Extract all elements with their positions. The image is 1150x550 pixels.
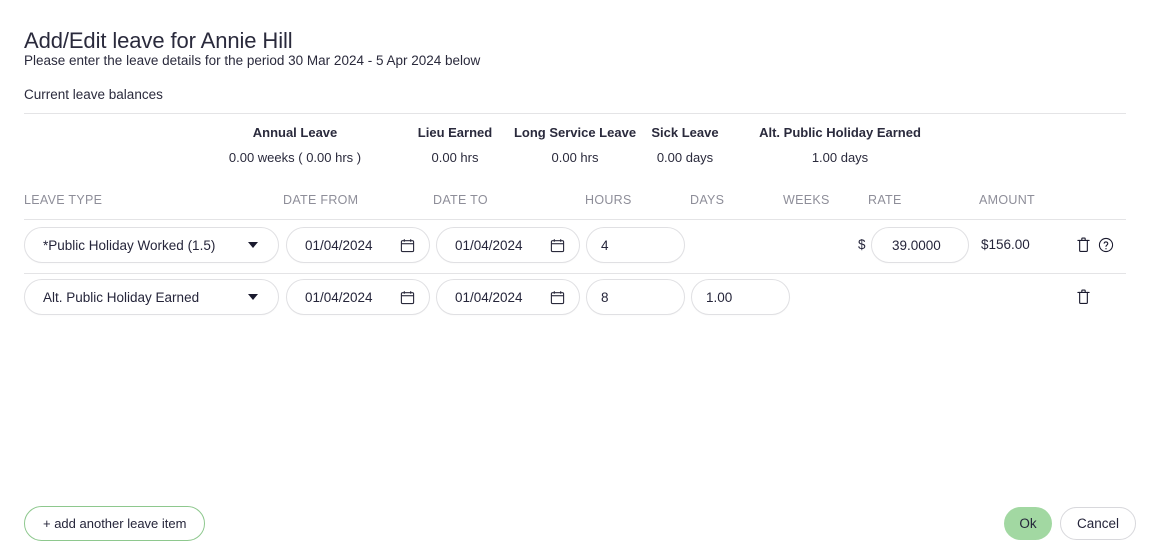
help-button[interactable] xyxy=(1097,236,1115,254)
balance-annual-leave: Annual Leave 0.00 weeks ( 0.00 hrs ) xyxy=(205,124,385,166)
rate-value: 39.0000 xyxy=(892,237,941,253)
column-header-date-from: DATE FROM xyxy=(283,193,359,207)
leave-type-select[interactable]: *Public Holiday Worked (1.5) xyxy=(24,227,279,263)
add-another-leave-item-button[interactable]: + add another leave item xyxy=(24,506,206,541)
divider-between-rows xyxy=(24,273,1126,274)
calendar-icon[interactable] xyxy=(400,290,415,305)
date-to-input[interactable]: 01/04/2024 xyxy=(436,279,580,315)
ok-button[interactable]: Ok xyxy=(1004,507,1052,540)
date-from-input[interactable]: 01/04/2024 xyxy=(286,279,430,315)
leave-balances: Annual Leave 0.00 weeks ( 0.00 hrs ) Lie… xyxy=(24,124,1126,176)
balance-value: 1.00 days xyxy=(811,150,869,165)
leave-type-value: Alt. Public Holiday Earned xyxy=(43,289,200,305)
leave-type-select[interactable]: Alt. Public Holiday Earned xyxy=(24,279,279,315)
cancel-button[interactable]: Cancel xyxy=(1060,507,1136,540)
balance-value: 0.00 weeks ( 0.00 hrs ) xyxy=(228,150,362,165)
date-to-value: 01/04/2024 xyxy=(455,237,523,253)
table-header-row: LEAVE TYPE DATE FROM DATE TO HOURS DAYS … xyxy=(0,193,1150,213)
divider-top xyxy=(24,113,1126,114)
chevron-down-icon xyxy=(248,242,258,248)
table-row: Alt. Public Holiday Earned 01/04/2024 01… xyxy=(0,279,1150,331)
column-header-days: DAYS xyxy=(690,193,725,207)
delete-row-button[interactable] xyxy=(1074,288,1092,306)
balance-label: Alt. Public Holiday Earned xyxy=(759,125,921,140)
amount-value: $156.00 xyxy=(981,237,1030,252)
balance-alt-public-holiday-earned: Alt. Public Holiday Earned 1.00 days xyxy=(715,124,965,166)
date-from-value: 01/04/2024 xyxy=(305,289,373,305)
chevron-down-icon xyxy=(248,294,258,300)
rate-currency-symbol: $ xyxy=(858,237,866,252)
table-row: *Public Holiday Worked (1.5) 01/04/2024 … xyxy=(0,227,1150,279)
column-header-hours: HOURS xyxy=(585,193,632,207)
hours-value: 8 xyxy=(601,289,609,305)
delete-row-button[interactable] xyxy=(1074,236,1092,254)
column-header-weeks: WEEKS xyxy=(783,193,830,207)
column-header-date-to: DATE TO xyxy=(433,193,488,207)
date-to-input[interactable]: 01/04/2024 xyxy=(436,227,580,263)
hours-input[interactable]: 8 xyxy=(586,279,685,315)
calendar-icon[interactable] xyxy=(550,290,565,305)
page-title: Add/Edit leave for Annie Hill xyxy=(24,27,293,53)
hours-input[interactable]: 4 xyxy=(586,227,685,263)
divider-under-header xyxy=(24,219,1126,220)
balance-label: Annual Leave xyxy=(252,125,338,140)
days-input[interactable]: 1.00 xyxy=(691,279,790,315)
calendar-icon[interactable] xyxy=(400,238,415,253)
leave-dialog: Add/Edit leave for Annie Hill Please ent… xyxy=(0,0,1150,550)
column-header-rate: RATE xyxy=(868,193,902,207)
hours-value: 4 xyxy=(601,237,609,253)
current-leave-balances-heading: Current leave balances xyxy=(24,87,163,102)
column-header-leave-type: LEAVE TYPE xyxy=(24,193,103,207)
date-from-value: 01/04/2024 xyxy=(305,237,373,253)
period-subtitle: Please enter the leave details for the p… xyxy=(24,53,481,68)
date-to-value: 01/04/2024 xyxy=(455,289,523,305)
calendar-icon[interactable] xyxy=(550,238,565,253)
date-from-input[interactable]: 01/04/2024 xyxy=(286,227,430,263)
column-header-amount: AMOUNT xyxy=(979,193,1035,207)
days-value: 1.00 xyxy=(706,289,733,305)
rate-input[interactable]: 39.0000 xyxy=(871,227,969,263)
leave-type-value: *Public Holiday Worked (1.5) xyxy=(43,237,216,253)
